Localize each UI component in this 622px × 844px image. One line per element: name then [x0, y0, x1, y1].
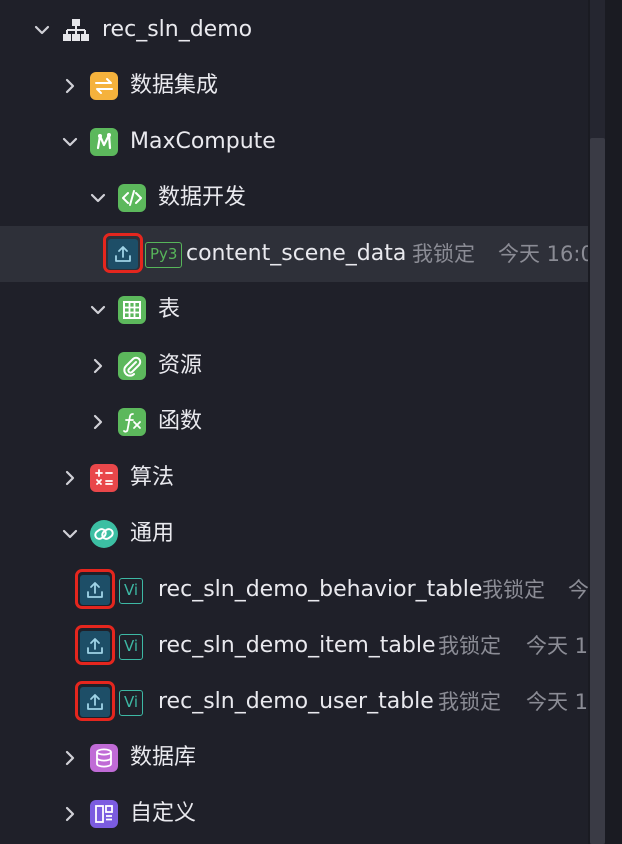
chevron-down-icon[interactable] [90, 190, 106, 206]
scrollbar-thumb[interactable] [590, 138, 605, 844]
lock-status: 我锁定 [482, 578, 545, 602]
tree-node-data-development[interactable]: 数据开发 [0, 170, 588, 226]
chevron-right-icon[interactable] [62, 78, 78, 94]
chevron-right-icon[interactable] [90, 358, 106, 374]
file-name: rec_sln_demo_behavior_table [158, 577, 483, 602]
chevron-down-icon[interactable] [62, 526, 78, 542]
tree-node-label: 数据开发 [158, 185, 247, 210]
tree-node-table[interactable]: 表 [0, 282, 588, 338]
chevron-down-icon[interactable] [62, 134, 78, 150]
tree-file-item-table[interactable]: Vi rec_sln_demo_item_table 我锁定 今天 1 [0, 618, 588, 674]
tree-node-label: 数据库 [130, 745, 197, 770]
chevron-right-icon[interactable] [90, 414, 106, 430]
modified-time: 今天 1 [526, 690, 588, 714]
code-icon [118, 184, 146, 212]
lock-status: 我锁定 [438, 634, 501, 658]
grid-icon [118, 296, 146, 324]
lock-status: 我锁定 [438, 690, 501, 714]
tree-node-algorithm[interactable]: 算法 [0, 450, 588, 506]
custom-widgets-icon [90, 800, 118, 828]
py3-badge: Py3 [145, 242, 183, 268]
tree-node-label: 数据集成 [130, 73, 219, 98]
tree-node-label: 自定义 [130, 801, 197, 826]
tree-file-user-table[interactable]: Vi rec_sln_demo_user_table 我锁定 今天 1 [0, 674, 588, 730]
hierarchy-icon [62, 16, 90, 44]
modified-time: 今天 16:0 [498, 242, 588, 266]
tree-node-label: 通用 [130, 521, 175, 546]
modified-time: 今天 1 [526, 634, 588, 658]
chevron-down-icon[interactable] [34, 22, 50, 38]
tree-node-label: 函数 [158, 409, 203, 434]
file-name: content_scene_data [186, 241, 407, 266]
maxcompute-logo-icon [90, 128, 118, 156]
vi-badge: Vi [119, 578, 144, 604]
chevron-right-icon[interactable] [62, 806, 78, 822]
calculator-icon [90, 464, 118, 492]
file-name: rec_sln_demo_item_table [158, 633, 436, 658]
tree-file-content-scene-data[interactable]: Py3 content_scene_data 我锁定 今天 16:0 [0, 226, 588, 282]
tree-node-label: 表 [158, 297, 181, 322]
chevron-right-icon[interactable] [62, 750, 78, 766]
tree-node-function[interactable]: 函数 [0, 394, 588, 450]
tree-node-resource[interactable]: 资源 [0, 338, 588, 394]
vi-badge: Vi [119, 690, 144, 716]
upload-highlight-box [103, 233, 143, 273]
tree-node-label: rec_sln_demo [102, 17, 253, 42]
upload-highlight-box [75, 625, 115, 665]
swap-arrows-icon [90, 72, 118, 100]
tree-file-behavior-table[interactable]: Vi rec_sln_demo_behavior_table 我锁定 今 [0, 562, 588, 618]
upload-highlight-box [75, 569, 115, 609]
tree-node-rec-sln-demo[interactable]: rec_sln_demo [0, 2, 588, 58]
chevron-down-icon[interactable] [90, 302, 106, 318]
modified-time: 今 [568, 578, 588, 602]
workspace-tree: rec_sln_demo 数据集成 MaxCompute 数据开发 Py3 co… [0, 0, 588, 844]
chevron-right-icon[interactable] [62, 470, 78, 486]
file-name: rec_sln_demo_user_table [158, 689, 434, 714]
tree-node-label: MaxCompute [130, 129, 276, 154]
tree-node-database[interactable]: 数据库 [0, 730, 588, 786]
tree-node-general[interactable]: 通用 [0, 506, 588, 562]
tree-node-label: 资源 [158, 353, 203, 378]
lock-status: 我锁定 [412, 242, 475, 266]
tree-node-label: 算法 [130, 465, 175, 490]
tree-node-custom[interactable]: 自定义 [0, 786, 588, 842]
paperclip-icon [118, 352, 146, 380]
link-icon [90, 520, 118, 548]
tree-node-data-integration[interactable]: 数据集成 [0, 58, 588, 114]
fx-icon [118, 408, 146, 436]
database-icon [90, 744, 118, 772]
tree-node-maxcompute[interactable]: MaxCompute [0, 114, 588, 170]
vi-badge: Vi [119, 634, 144, 660]
upload-highlight-box [75, 681, 115, 721]
